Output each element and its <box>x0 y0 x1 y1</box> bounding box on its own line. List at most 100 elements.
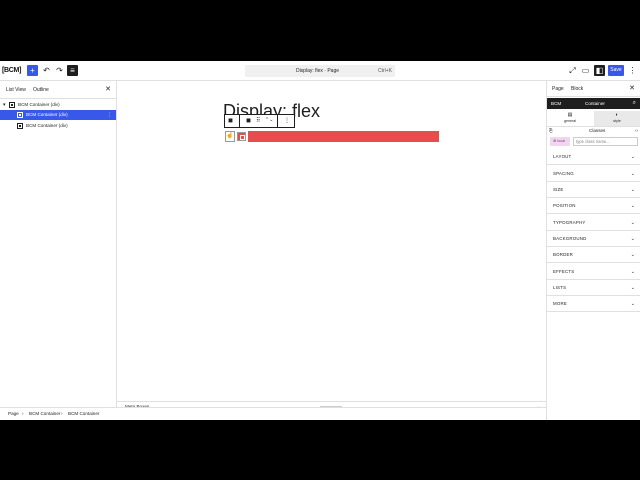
child-container-block[interactable] <box>237 132 246 141</box>
close-icon[interactable]: ✕ <box>105 85 111 93</box>
section-label: LAYOUT <box>553 154 572 159</box>
section-label: POSITION <box>553 203 576 208</box>
classes-header: ⎘ Classes ‹› <box>549 128 639 136</box>
chevron-down-icon: ⌄ <box>630 220 635 226</box>
shortcut-hint: Ctrl+K <box>377 68 392 74</box>
breadcrumb-page[interactable]: Page <box>8 408 19 420</box>
breadcrumb-container[interactable]: BCM Container <box>29 408 60 420</box>
section-label: SIZE <box>553 187 564 192</box>
style-icon: ◐ <box>615 112 619 118</box>
bcm-block-header: BCM Container ⌕ <box>547 98 640 109</box>
local-scope-tag[interactable]: ⊗ local <box>550 137 570 146</box>
tree-item-selected[interactable]: BCM Container (div) ⋮ <box>0 110 116 120</box>
copy-icon[interactable]: ⎘ <box>549 128 553 133</box>
command-palette-button[interactable]: Display: flex · Page Ctrl+K <box>245 65 395 77</box>
block-title: Container <box>585 101 605 106</box>
section-label: EFFECTS <box>553 269 575 274</box>
preview-icon[interactable]: ▭ <box>580 65 591 76</box>
add-block-icon[interactable]: + <box>27 65 38 76</box>
chevron-down-icon: ⌄ <box>630 187 635 193</box>
section-layout[interactable]: LAYOUT ⌄ <box>547 149 640 165</box>
section-typography[interactable]: TYPOGRAPHY ⌄ <box>547 215 640 231</box>
document-title: Display: flex · Page <box>295 68 340 74</box>
chevron-down-icon: ⌄ <box>630 252 635 258</box>
list-view-panel: List View Outline ✕ ▾ BCM Container (div… <box>0 81 117 407</box>
settings-sidebar: Page Block ✕ BCM Container ⌕ ▤ general ◐… <box>546 81 640 420</box>
tab-list-view[interactable]: List View <box>6 87 26 93</box>
flex-container-block[interactable] <box>248 131 439 142</box>
move-up-down-icon[interactable]: ⌃⌄ <box>265 117 273 123</box>
code-toggle-icon[interactable]: ‹› <box>635 128 638 133</box>
tree-item[interactable]: ▾ BCM Container (div) <box>0 100 116 110</box>
block-icon <box>17 123 23 129</box>
chevron-down-icon: ⌄ <box>630 236 635 242</box>
more-options-icon[interactable]: ⋮ <box>627 65 638 76</box>
close-icon[interactable]: ✕ <box>629 84 635 92</box>
tab-style[interactable]: ◐ style <box>594 111 640 126</box>
chevron-down-icon: ⌄ <box>630 203 635 209</box>
divider <box>277 115 278 127</box>
section-label: BORDER <box>553 252 573 257</box>
tree-item[interactable]: BCM Container (div) <box>0 121 116 131</box>
section-label: MORE <box>553 301 567 306</box>
block-options-icon[interactable]: ⋮ <box>284 117 290 124</box>
section-spacing[interactable]: SPACING ⌄ <box>547 166 640 182</box>
section-label: SPACING <box>553 171 574 176</box>
tree-item-label: BCM Container (div) <box>26 112 68 117</box>
undo-icon[interactable]: ↶ <box>41 65 52 76</box>
chevron-down-icon: ⌄ <box>630 285 635 291</box>
section-border[interactable]: BORDER ⌄ <box>547 247 640 263</box>
block-type-icon[interactable]: ◼ <box>246 117 251 124</box>
breadcrumb: Page › BCM Container › BCM Container <box>0 407 546 420</box>
editor-frame: [BCM] + ↶ ↷ ≡ Display: flex · Page Ctrl+… <box>0 61 640 420</box>
section-effects[interactable]: EFFECTS ⌄ <box>547 264 640 280</box>
view-icon[interactable]: ⤢ <box>567 65 578 76</box>
options-icon[interactable]: ⋮ <box>107 110 112 120</box>
block-icon <box>9 102 15 108</box>
tab-block[interactable]: Block <box>571 86 583 92</box>
tab-general-label: general <box>564 119 576 123</box>
chevron-down-icon: ⌄ <box>630 269 635 275</box>
class-input-row: ⊗ local type class name... <box>550 137 638 146</box>
settings-icon[interactable]: ◧ <box>594 65 605 76</box>
top-toolbar: [BCM] + ↶ ↷ ≡ Display: flex · Page Ctrl+… <box>0 61 640 81</box>
save-button[interactable]: Save <box>608 65 624 76</box>
section-size[interactable]: SIZE ⌄ <box>547 182 640 198</box>
section-label: TYPOGRAPHY <box>553 220 586 225</box>
tree-item-label: BCM Container (div) <box>18 102 60 107</box>
chevron-down-icon: ⌄ <box>630 171 635 177</box>
left-panel-tabs: List View Outline ✕ <box>0 81 116 99</box>
bcm-label: BCM <box>551 101 562 106</box>
caret-down-icon[interactable]: ▾ <box>3 100 6 110</box>
tab-outline[interactable]: Outline <box>33 87 49 93</box>
search-icon[interactable]: ⌕ <box>633 98 636 109</box>
divider <box>239 115 240 127</box>
drag-handle-icon[interactable]: ⠿ <box>256 117 260 124</box>
list-view-icon[interactable]: ≡ <box>67 65 78 76</box>
tab-style-label: style <box>613 119 621 123</box>
section-background[interactable]: BACKGROUND ⌄ <box>547 231 640 247</box>
breadcrumb-separator: › <box>61 411 63 416</box>
chevron-down-icon: ⌄ <box>630 301 635 307</box>
parent-block-icon[interactable]: ◼ <box>228 117 233 124</box>
breadcrumb-current: BCM Container <box>68 411 100 416</box>
class-name-input[interactable]: type class name... <box>573 137 638 146</box>
sidebar-tabs: Page Block ✕ <box>547 81 640 97</box>
tree-item-label: BCM Container (div) <box>26 123 68 128</box>
general-style-tabs: ▤ general ◐ style <box>547 111 640 127</box>
tab-general[interactable]: ▤ general <box>547 111 593 126</box>
tab-page[interactable]: Page <box>552 86 564 92</box>
section-label: BACKGROUND <box>553 236 587 241</box>
bcm-logo[interactable]: [BCM] <box>2 64 21 77</box>
breadcrumb-separator: › <box>22 411 24 416</box>
section-label: LISTS <box>553 285 567 290</box>
editor-canvas[interactable]: Display: flex ◼ ◼ ⠿ ⌃⌄ ⋮ ☝ <box>117 81 546 401</box>
section-position[interactable]: POSITION ⌄ <box>547 198 640 214</box>
block-icon <box>17 112 23 118</box>
section-more[interactable]: MORE ⌄ <box>547 296 640 312</box>
general-icon: ▤ <box>567 112 573 118</box>
hand-pointer-icon[interactable]: ☝ <box>225 131 235 142</box>
block-toolbar: ◼ ◼ ⠿ ⌃⌄ ⋮ <box>224 114 295 128</box>
section-lists[interactable]: LISTS ⌄ <box>547 280 640 296</box>
redo-icon[interactable]: ↷ <box>54 65 65 76</box>
